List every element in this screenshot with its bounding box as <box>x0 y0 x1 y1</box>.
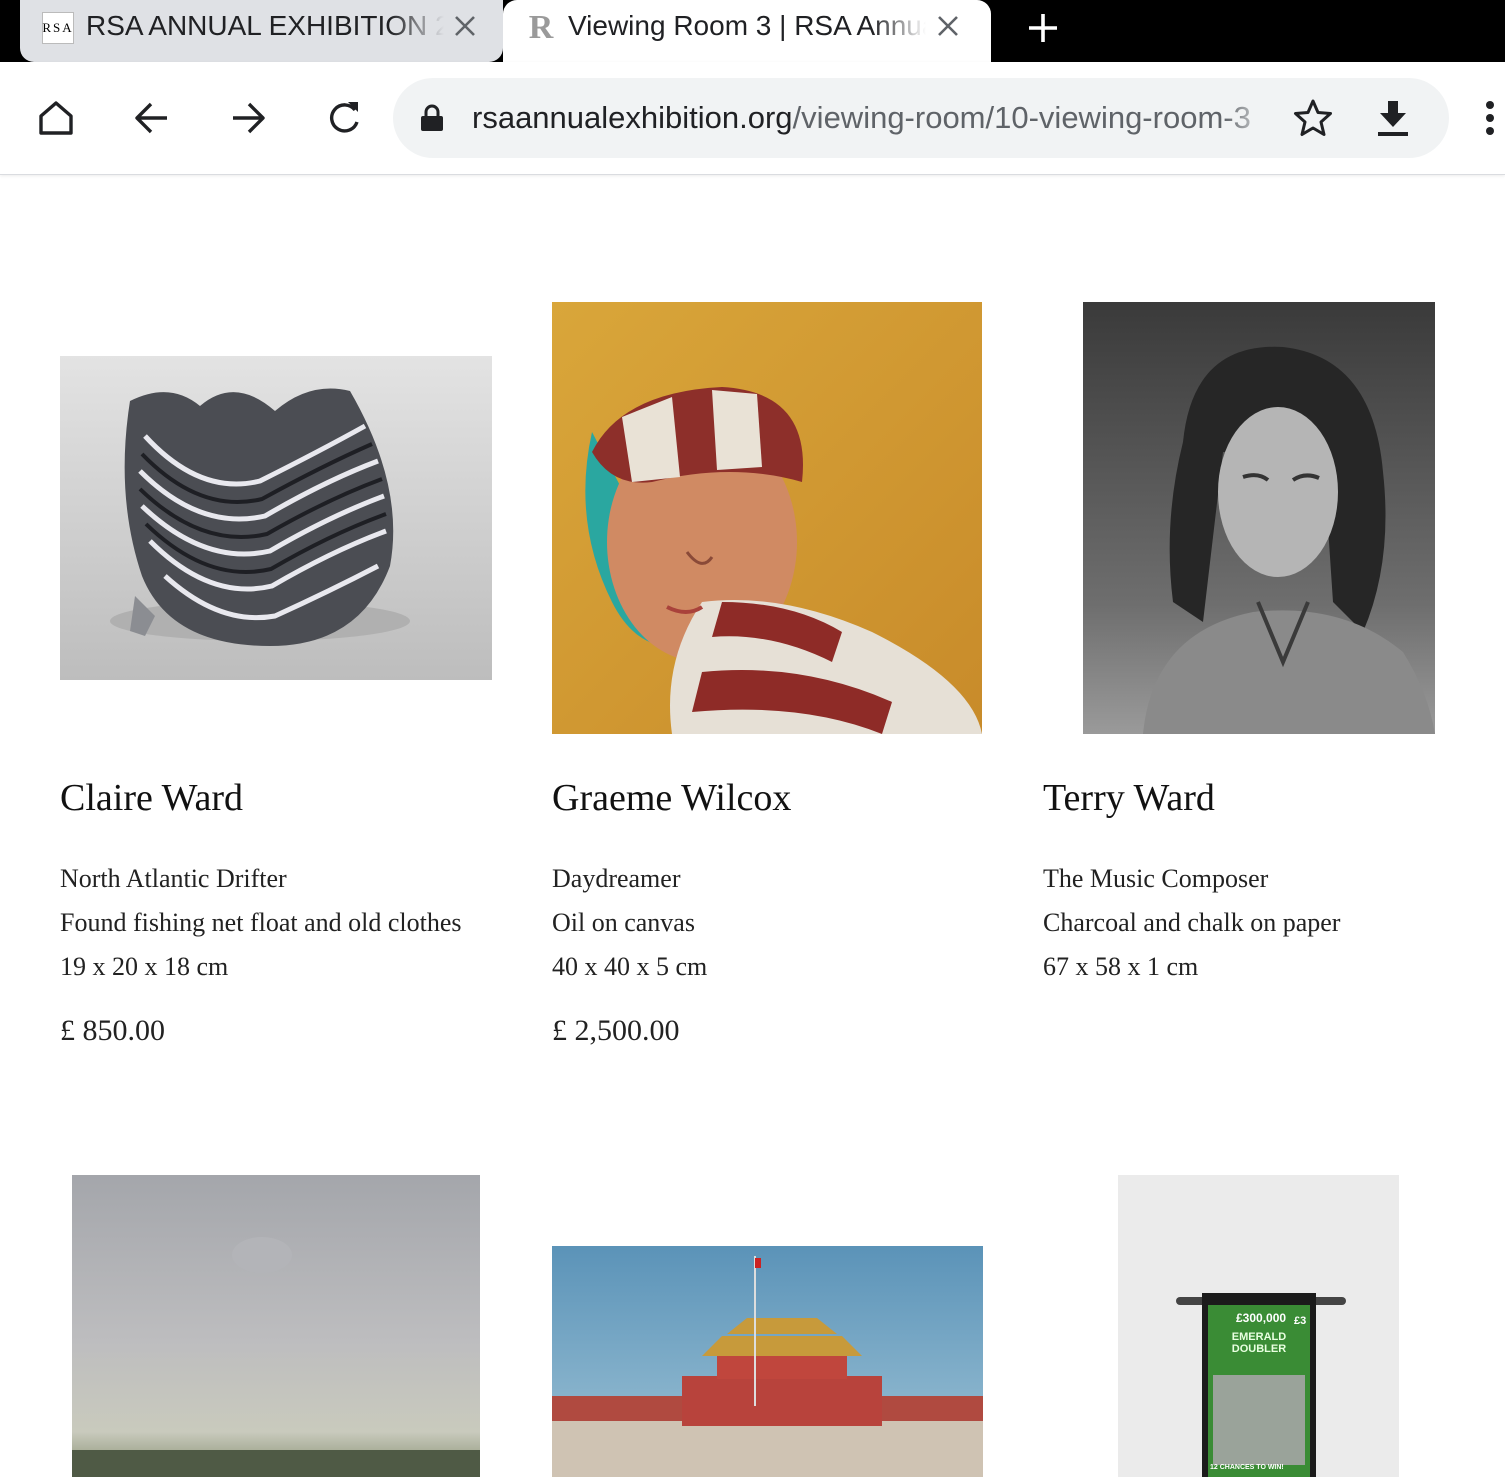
artwork-medium: Charcoal and chalk on paper <box>1043 908 1341 937</box>
artwork-price: £ 2,500.00 <box>552 1014 680 1047</box>
scratchcard-footer-text: 12 CHANCES TO WIN! <box>1210 1464 1284 1471</box>
tab-viewing-room-3[interactable]: R Viewing Room 3 | RSA Annual Exhibition <box>503 0 991 62</box>
url-host: rsaannualexhibition.org <box>472 100 793 135</box>
reload-icon[interactable] <box>318 92 370 144</box>
tab-title: Viewing Room 3 | RSA Annual Exhibition <box>568 10 926 41</box>
more-menu-icon[interactable] <box>1470 92 1505 144</box>
download-icon[interactable] <box>1371 96 1415 140</box>
back-arrow-icon[interactable] <box>126 92 178 144</box>
url-text[interactable]: rsaannualexhibition.org/viewing-room/10-… <box>472 98 1272 138</box>
artwork-title: The Music Composer <box>1043 864 1269 893</box>
artwork-dimensions: 19 x 20 x 18 cm <box>60 952 229 981</box>
striped-sculpture-image[interactable] <box>60 356 492 680</box>
artwork-title: North Atlantic Drifter <box>60 864 287 893</box>
home-icon[interactable] <box>30 92 82 144</box>
artwork-medium: Found fishing net float and old clothes <box>60 908 462 937</box>
close-tab-icon[interactable] <box>448 9 482 43</box>
artist-name[interactable]: Claire Ward <box>60 776 243 820</box>
close-tab-icon[interactable] <box>931 9 965 43</box>
tab-strip: RSA RSA ANNUAL EXHIBITION 2022 | Royal S… <box>0 0 1505 62</box>
portrait-striped-hat-image[interactable] <box>552 302 982 734</box>
tab-rsa-annual-exhibition[interactable]: RSA RSA ANNUAL EXHIBITION 2022 | Royal S… <box>20 0 503 62</box>
artwork-title: Daydreamer <box>552 864 681 893</box>
artwork-price: £ 850.00 <box>60 1014 165 1047</box>
charcoal-portrait-image[interactable] <box>1083 302 1435 734</box>
lock-icon <box>419 104 445 132</box>
artwork-dimensions: 67 x 58 x 1 cm <box>1043 952 1199 981</box>
artist-name[interactable]: Graeme Wilcox <box>552 776 791 820</box>
grey-sky-landscape-image[interactable] <box>72 1175 480 1477</box>
browser-toolbar: rsaannualexhibition.org/viewing-room/10-… <box>0 62 1505 175</box>
artwork-medium: Oil on canvas <box>552 908 695 937</box>
artwork-dimensions: 40 x 40 x 5 cm <box>552 952 708 981</box>
scratchcard-game-title: EMERALD DOUBLER <box>1231 1331 1287 1355</box>
address-bar[interactable]: rsaannualexhibition.org/viewing-room/10-… <box>393 78 1449 158</box>
forward-arrow-icon[interactable] <box>222 92 274 144</box>
new-tab-plus-icon[interactable] <box>1022 7 1064 49</box>
scratchcard-prize-text: £300,000 <box>1236 1311 1287 1325</box>
bookmark-star-icon[interactable] <box>1291 96 1335 140</box>
scratchcard-price-text: £3 <box>1294 1315 1307 1327</box>
tab-title: RSA ANNUAL EXHIBITION 2022 | Royal Scott… <box>86 10 444 41</box>
artist-name[interactable]: Terry Ward <box>1043 776 1215 820</box>
rsa-favicon-icon: RSA <box>42 12 74 44</box>
scratchcard-hanging-image[interactable]: £300,000 £3 EMERALD DOUBLER 12 CHANCES T… <box>1118 1175 1399 1477</box>
square-gate-photo-image[interactable] <box>552 1246 983 1477</box>
url-path: /viewing-room/10-viewing-room-3 <box>792 100 1251 135</box>
r-favicon-icon: R <box>528 9 554 46</box>
